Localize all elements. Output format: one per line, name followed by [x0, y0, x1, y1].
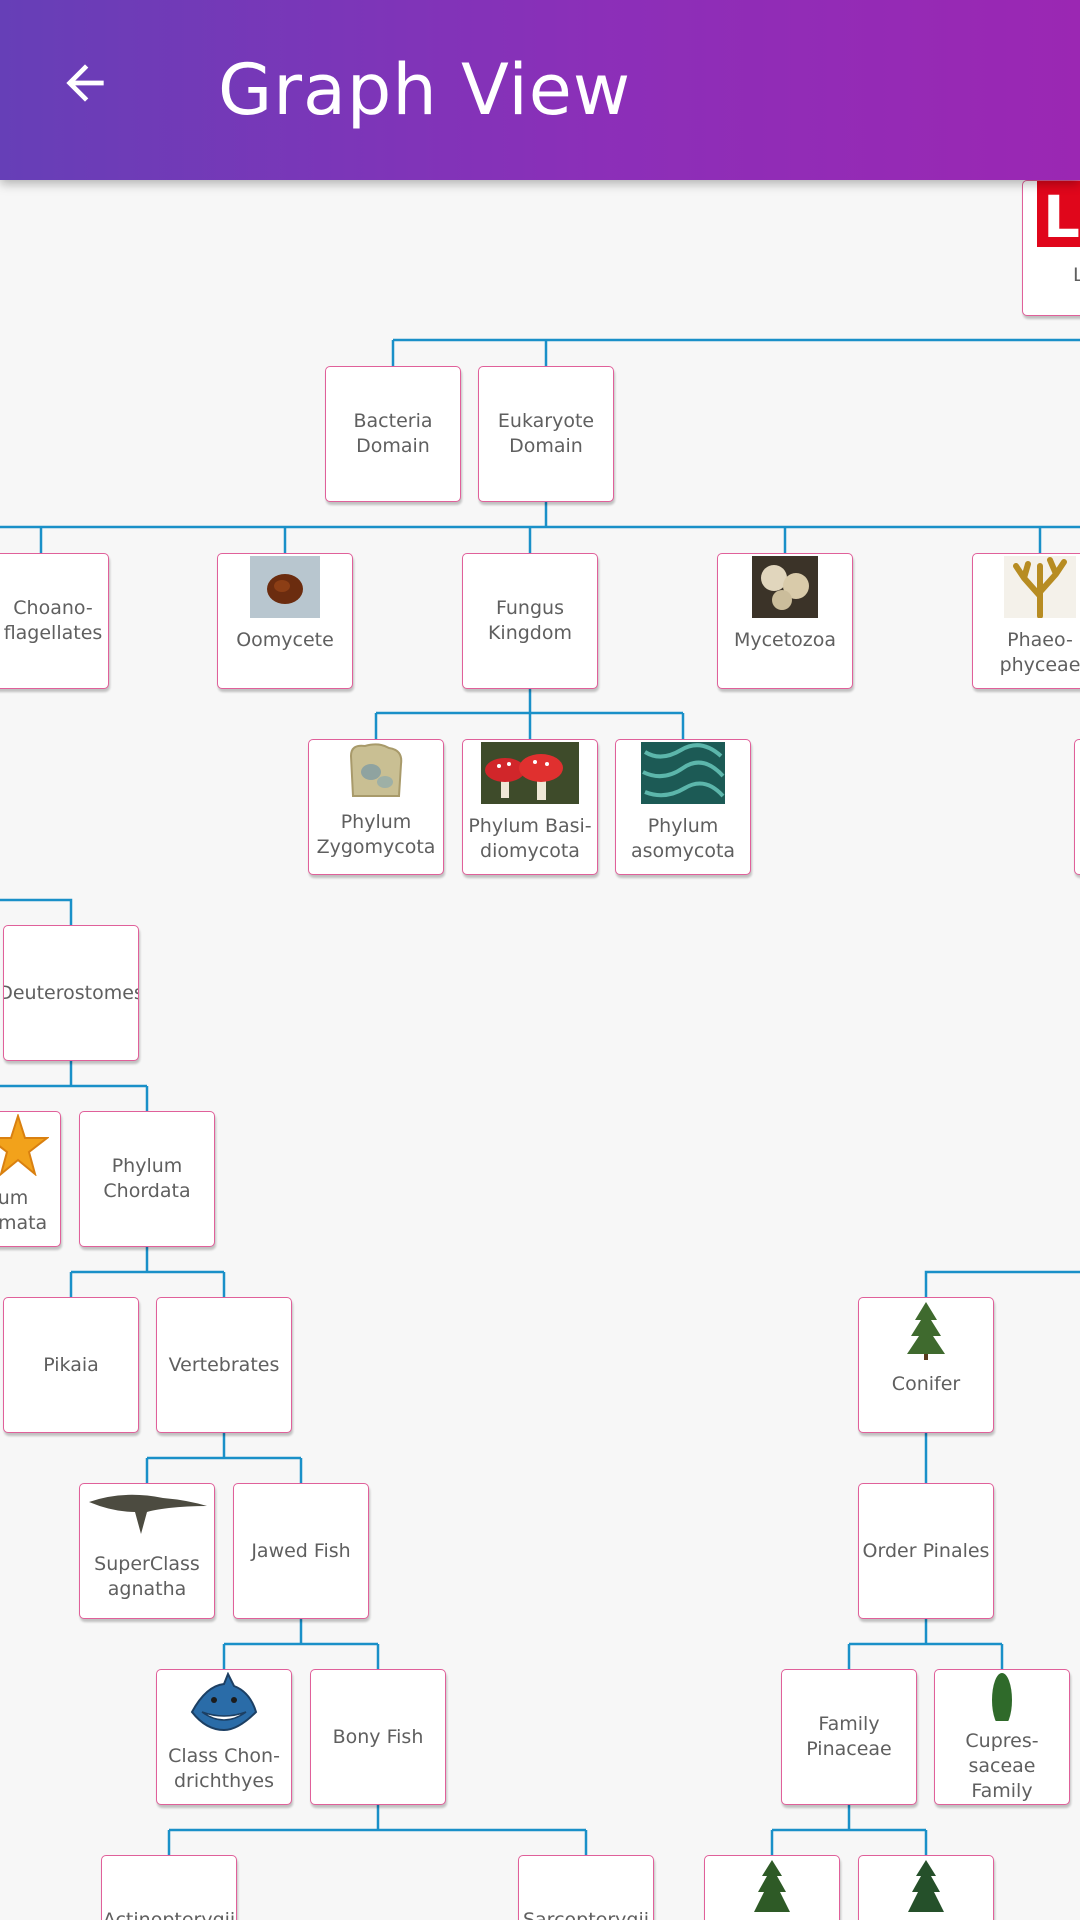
node-label: Deuterostomes	[3, 981, 139, 1004]
node-label: Phylum Chordata	[103, 1155, 191, 1202]
graph-node-cupressaceae-family[interactable]: Cupres- saceae Family	[934, 1669, 1070, 1805]
node-label: Phylum Basi- diomycota	[468, 815, 592, 862]
node-label: Phylum Zygomycota	[316, 811, 436, 858]
jawless-fish-photo-icon	[89, 1494, 207, 1534]
cypress-tree-photo-icon	[992, 1673, 1012, 1721]
graph-node-fungus-kingdom[interactable]: Fungus Kingdom	[462, 553, 598, 689]
graph-node-phylum-ascomycota[interactable]: Phylum asomycota	[615, 739, 751, 875]
graph-node-pine-2[interactable]	[858, 1855, 994, 1920]
back-button[interactable]	[44, 42, 126, 124]
graph-node-pikaia[interactable]: Pikaia	[3, 1297, 139, 1433]
graph-node-eukaryote-domain[interactable]: Eukaryote Domain	[478, 366, 614, 502]
graph-edges	[0, 338, 1080, 1855]
graph-node-actinopterygii[interactable]: Actinopterygii	[101, 1855, 237, 1920]
edge-root-domains	[391, 338, 1080, 366]
page-title: Graph View	[218, 49, 632, 131]
edge-chordata-children	[69, 1247, 226, 1297]
graph-node-oomycete[interactable]: Oomycete	[217, 553, 353, 689]
edge-jawed-children	[222, 1619, 380, 1669]
svg-text:LI: LI	[1043, 183, 1080, 247]
starfish-photo-icon	[0, 1114, 49, 1176]
graph-node-pine-1[interactable]	[704, 1855, 840, 1920]
node-label: Bony Fish	[332, 1725, 424, 1748]
graph-node-vertebrates[interactable]: Vertebrates	[156, 1297, 292, 1433]
node-label: Family Pinaceae	[806, 1713, 892, 1760]
graph-node-mycetozoa[interactable]: Mycetozoa	[717, 553, 853, 689]
node-label: Sarcopterygii	[522, 1909, 650, 1920]
graph-node-superclass-agnatha[interactable]: SuperClass agnatha	[79, 1483, 215, 1619]
graph-node-bacteria-domain[interactable]: Bacteria Domain	[325, 366, 461, 502]
edge-pinales-children	[847, 1619, 1004, 1669]
edge-bony-children	[167, 1805, 588, 1855]
green-filament-photo-icon	[641, 742, 725, 804]
node-label: SuperClass agnatha	[94, 1553, 200, 1600]
node-label: Conifer	[891, 1373, 961, 1395]
graph-node-right-partial[interactable]	[1074, 739, 1080, 875]
node-label: Choano- flagellates	[3, 597, 103, 644]
node-label: Actinopterygii	[102, 1909, 236, 1920]
app-bar: Graph View	[0, 0, 1080, 180]
graph-node-phylum-chordata[interactable]: Phylum Chordata	[79, 1111, 215, 1247]
arrow-back-icon	[66, 64, 104, 102]
edge-pinaceae-children	[770, 1805, 928, 1855]
node-label: Fungus Kingdom	[487, 597, 573, 644]
graph-node-phaeophyceae[interactable]: Phaeo- phyceae	[972, 553, 1080, 689]
graph-node-phylum-echinodermata[interactable]: um ermata	[0, 1111, 61, 1247]
graph-node-bony-fish[interactable]: Bony Fish	[310, 1669, 446, 1805]
edge-eukaryote-kingdoms	[0, 502, 1080, 553]
graph-node-family-pinaceae[interactable]: Family Pinaceae	[781, 1669, 917, 1805]
node-label: Vertebrates	[168, 1353, 280, 1376]
red-mushroom-photo-icon	[481, 742, 579, 804]
logo-icon: LI	[1037, 181, 1080, 247]
node-label: Oomycete	[236, 629, 334, 651]
node-label: Class Chon- drichthyes	[168, 1745, 280, 1792]
node-label: Phaeo- phyceae	[999, 629, 1080, 676]
brown-algae-photo-icon	[1004, 556, 1076, 618]
edge-conifer	[924, 1270, 1080, 1297]
graph-node-order-pinales[interactable]: Order Pinales	[858, 1483, 994, 1619]
edge-fungus-phyla	[374, 689, 685, 739]
edge-vertebrates-children	[145, 1433, 303, 1483]
node-label: Phylum asomycota	[630, 815, 736, 862]
node-label: Pikaia	[43, 1353, 99, 1376]
node-label: um ermata	[0, 1187, 48, 1234]
node-label: L	[1071, 263, 1080, 288]
graph-node-phylum-zygomycota[interactable]: Phylum Zygomycota	[308, 739, 444, 875]
moldy-bread-photo-icon	[345, 742, 407, 800]
shark-cartoon-icon	[190, 1672, 258, 1732]
slime-mold-photo-icon	[752, 556, 818, 618]
conifer-tree-photo-icon	[907, 1302, 945, 1360]
edge-deuterostomes-children	[0, 1061, 149, 1111]
node-label: Order Pinales	[862, 1539, 990, 1562]
graph-node-deuterostomes[interactable]: Deuterostomes	[3, 925, 139, 1061]
node-label: Bacteria Domain	[353, 410, 433, 457]
graph-node-root[interactable]: LI L	[1022, 180, 1080, 316]
graph-node-sarcopterygii[interactable]: Sarcopterygii	[518, 1855, 654, 1920]
node-label: Cupres- saceae Family	[965, 1730, 1039, 1802]
graph-node-phylum-basidiomycota[interactable]: Phylum Basi- diomycota	[462, 739, 598, 875]
graph-canvas[interactable]: LI L Bacteria Domain Eukaryote Domain Ch…	[0, 0, 1080, 1920]
edge-deuterostomes	[0, 898, 73, 925]
graph-node-class-chondrichthyes[interactable]: Class Chon- drichthyes	[156, 1669, 292, 1805]
pine-tree-icon	[754, 1860, 790, 1912]
oomycete-photo-icon	[250, 556, 320, 618]
graph-node-choanoflagellates[interactable]: Choano- flagellates	[0, 553, 109, 689]
node-label: Eukaryote Domain	[497, 410, 595, 457]
pine-tree-icon	[908, 1860, 944, 1912]
node-label: Mycetozoa	[733, 629, 837, 651]
graph-node-jawed-fish[interactable]: Jawed Fish	[233, 1483, 369, 1619]
node-label: Jawed Fish	[251, 1539, 351, 1562]
graph-node-conifer[interactable]: Conifer	[858, 1297, 994, 1433]
